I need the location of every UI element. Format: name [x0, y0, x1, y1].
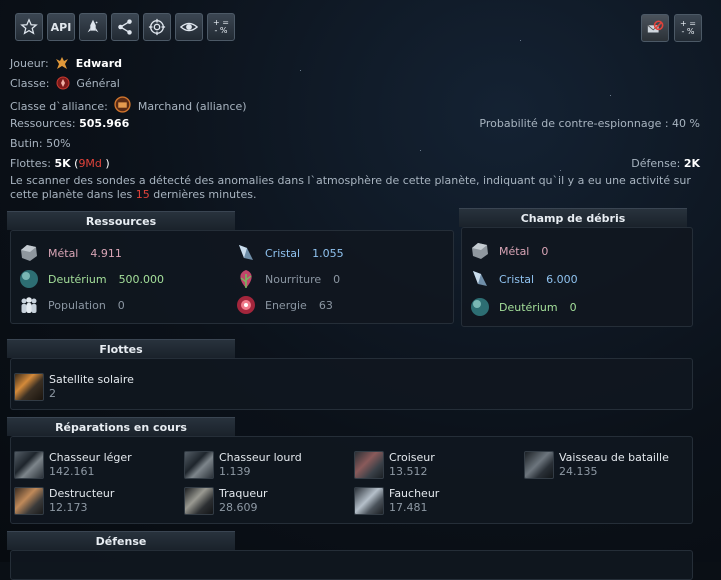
resource-population: Population 0: [18, 294, 125, 316]
favorite-button[interactable]: [15, 13, 43, 41]
ship-chasseur-leger[interactable]: Chasseur léger 142.161: [14, 451, 132, 479]
espionage-button[interactable]: [175, 13, 203, 41]
ship-thumbnail: [184, 451, 214, 479]
alliance-class-line: Classe d`alliance: Marchand (alliance): [10, 96, 247, 113]
report-toolbar-right: + = - %: [641, 14, 702, 42]
ship-thumbnail: [354, 487, 384, 515]
resources-total: 505.966: [79, 117, 130, 130]
crystal-icon: [473, 271, 487, 286]
scanner-message: Le scanner des sondes a détecté des anom…: [10, 174, 691, 201]
deuterium-icon: [471, 298, 489, 316]
ship-chasseur-lourd[interactable]: Chasseur lourd 1.139: [184, 451, 302, 479]
ship-thumbnail: [524, 451, 554, 479]
plus-minus-percent-icon: + = - %: [213, 18, 229, 35]
share-button[interactable]: [111, 13, 139, 41]
fleets-value: 5K: [54, 157, 71, 170]
fleets-section-header: Flottes: [7, 339, 235, 358]
class-value: Général: [76, 77, 120, 90]
debris-section-header: Champ de débris: [459, 208, 687, 227]
defense-panel: [10, 550, 693, 580]
ship-croiseur[interactable]: Croiseur 13.512: [354, 451, 435, 479]
resource-metal: Métal 4.911: [18, 242, 122, 264]
food-icon: [240, 270, 252, 288]
general-class-icon: [56, 76, 70, 90]
resource-energy: Energie 63: [235, 294, 333, 316]
rocket-icon: [87, 19, 99, 33]
ship-destructeur[interactable]: Destructeur 12.173: [14, 487, 114, 515]
player-line: Joueur: Edward: [10, 57, 123, 70]
rank-icon: [56, 57, 69, 69]
loot-value: 50%: [46, 137, 71, 150]
plus-minus-percent-icon: + = - %: [680, 19, 696, 36]
resources-line: Ressources: 505.966: [10, 117, 130, 130]
ship-faucheur[interactable]: Faucheur 17.481: [354, 487, 439, 515]
counter-espionage-value: 40 %: [672, 117, 700, 130]
ship-traqueur[interactable]: Traqueur 28.609: [184, 487, 268, 515]
merchant-alliance-icon: [114, 96, 131, 113]
population-icon: [21, 297, 37, 313]
debris-metal: Métal 0: [469, 240, 548, 262]
ship-thumbnail: [184, 487, 214, 515]
defense-section-header: Défense: [7, 531, 235, 550]
star-icon: [20, 18, 38, 35]
share-icon: [118, 19, 132, 35]
debris-deuterium: Deutérium 0: [469, 296, 577, 318]
ship-thumbnail: [14, 373, 44, 401]
fleets-line: Flottes: 5K (9Md ): [10, 157, 110, 170]
no-mail-icon: [647, 20, 664, 33]
eye-icon: [180, 22, 198, 32]
ship-thumbnail: [14, 451, 44, 479]
resource-deuterium: Deutérium 500.000: [18, 268, 164, 290]
attack-button[interactable]: [79, 13, 107, 41]
fleets-value-red: 9Md: [78, 157, 102, 170]
simulate-button[interactable]: [143, 13, 171, 41]
scanner-minutes: 15: [135, 188, 150, 201]
api-button[interactable]: API: [47, 13, 75, 41]
resource-crystal: Cristal 1.055: [235, 242, 344, 264]
debris-crystal: Cristal 6.000: [469, 268, 578, 290]
metal-icon: [472, 243, 488, 259]
block-messages-button[interactable]: [641, 14, 669, 42]
class-line: Classe: Général: [10, 76, 120, 90]
ship-satellite-solaire[interactable]: Satellite solaire 2: [14, 373, 134, 401]
repairs-section-header: Réparations en cours: [7, 417, 235, 436]
crystal-icon: [239, 245, 253, 260]
defense-line: Défense: 2K: [631, 157, 700, 170]
counter-espionage-line: Probabilité de contre-espionnage : 40 %: [479, 117, 700, 130]
loot-line: Butin: 50%: [10, 137, 71, 150]
calculator-button-right[interactable]: + = - %: [674, 14, 702, 42]
ship-thumbnail: [354, 451, 384, 479]
resources-section-header: Ressources: [7, 211, 235, 230]
energy-icon: [237, 296, 255, 314]
report-toolbar: API + = - %: [15, 13, 235, 41]
target-icon: [148, 18, 166, 36]
resource-food: Nourriture 0: [235, 268, 340, 290]
ship-vaisseau-de-bataille[interactable]: Vaisseau de bataille 24.135: [524, 451, 669, 479]
ship-thumbnail: [14, 487, 44, 515]
deuterium-icon: [20, 270, 38, 288]
alliance-class-value: Marchand (alliance): [137, 100, 247, 113]
metal-icon: [21, 245, 37, 261]
api-icon: API: [50, 20, 72, 34]
defense-value: 2K: [683, 157, 700, 170]
calculator-button[interactable]: + = - %: [207, 13, 235, 41]
player-name[interactable]: Edward: [76, 57, 122, 70]
